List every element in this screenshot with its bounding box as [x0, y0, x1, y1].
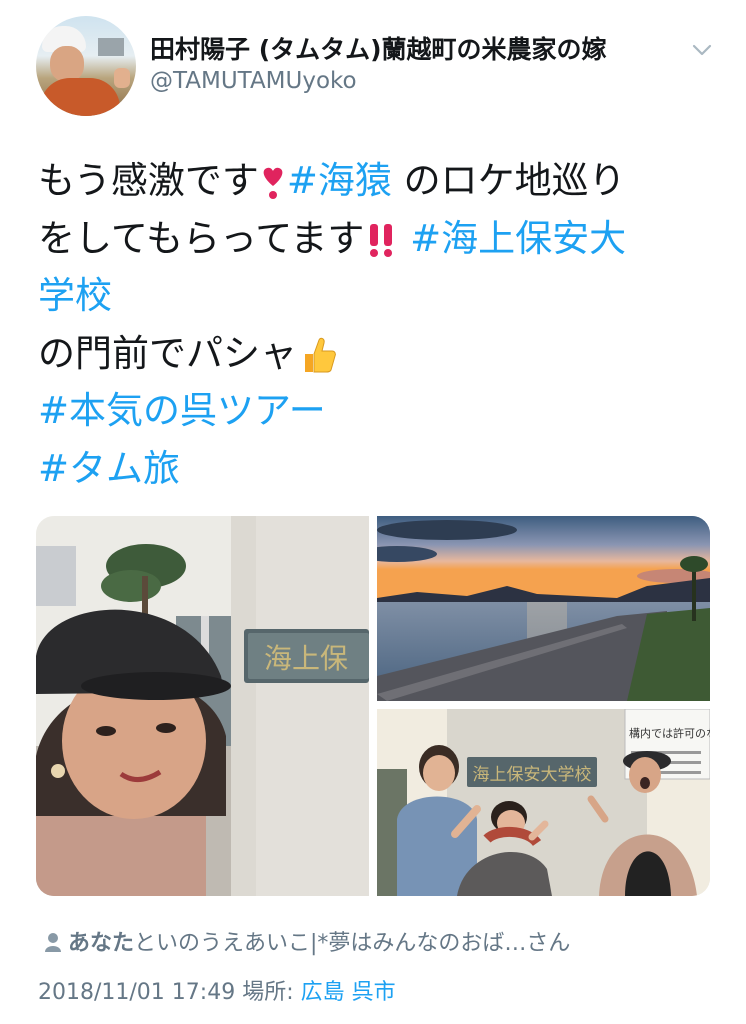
liked-by-others[interactable]: といのうえあいこ|*夢はみんなのおば…さん: [134, 931, 570, 956]
photo-sunset[interactable]: [377, 516, 710, 701]
avatar[interactable]: [36, 16, 136, 116]
thumbs-up-icon: [305, 337, 336, 373]
tweet-text-segment: の門前でパシャ: [38, 331, 297, 375]
tweet-line: をしてもらってます #海上保安大: [38, 210, 718, 268]
notice-text: 構内では許可のない方: [629, 726, 710, 740]
hashtag-link[interactable]: #本気の呉ツアー: [38, 389, 326, 432]
sunset-photo-art: [377, 516, 710, 701]
double-exclamation-icon: [370, 224, 393, 257]
tweet-line: の門前でパシャ: [38, 325, 718, 383]
selfie-photo-art: 海上保: [36, 516, 369, 896]
timestamp[interactable]: 2018/11/01 17:49: [38, 980, 235, 1005]
red-heart-exclamation-icon: [263, 167, 283, 199]
media-grid: 海上保 海上保安大学校 構内では許可の: [36, 516, 710, 896]
location-link[interactable]: 広島 呉市: [301, 980, 396, 1005]
tweet-text-segment: もう感激です: [38, 159, 259, 202]
sign-text-left: 海上保: [264, 642, 348, 675]
liked-by-line[interactable]: あなたといのうえあいこ|*夢はみんなのおば…さん: [44, 925, 570, 957]
hashtag-link[interactable]: 学校: [38, 274, 112, 317]
hashtag-link[interactable]: #タム旅: [38, 447, 180, 490]
tweet-line: もう感激です #海猿 のロケ地巡り: [38, 152, 718, 210]
hashtag-link[interactable]: #海猿: [287, 159, 392, 202]
user-handle[interactable]: @TAMUTAMUyoko: [150, 68, 357, 94]
photo-selfie[interactable]: 海上保: [36, 516, 369, 896]
liked-by-you[interactable]: あなた: [68, 931, 134, 956]
tweet-line: #本気の呉ツアー: [38, 382, 718, 440]
location-label: 場所:: [242, 980, 294, 1005]
display-name[interactable]: 田村陽子 (タムタム)蘭越町の米農家の嫁: [150, 30, 607, 66]
photo-group-gate[interactable]: 海上保安大学校 構内では許可のない方: [377, 709, 710, 896]
tweet-line: 学校: [38, 267, 718, 325]
tweet-card: 田村陽子 (タムタム)蘭越町の米農家の嫁 @TAMUTAMUyoko もう感激で…: [0, 0, 746, 1024]
tweet-line: #タム旅: [38, 440, 718, 498]
tweet-meta: 2018/11/01 17:49 場所: 広島 呉市: [38, 974, 396, 1006]
chevron-down-icon[interactable]: [690, 38, 714, 62]
tweet-text-segment: のロケ地巡り: [391, 159, 626, 202]
tweet-text-segment: をしてもらってます: [38, 216, 365, 260]
tweet-text: もう感激です #海猿 のロケ地巡り をしてもらってます #海上保安大 学校 の門前…: [38, 152, 718, 497]
group-photo-art: 海上保安大学校 構内では許可のない方: [377, 709, 710, 896]
hashtag-link[interactable]: #海上保安大: [410, 217, 626, 260]
sign-text-right: 海上保安大学校: [473, 765, 592, 785]
person-icon: [45, 933, 61, 952]
